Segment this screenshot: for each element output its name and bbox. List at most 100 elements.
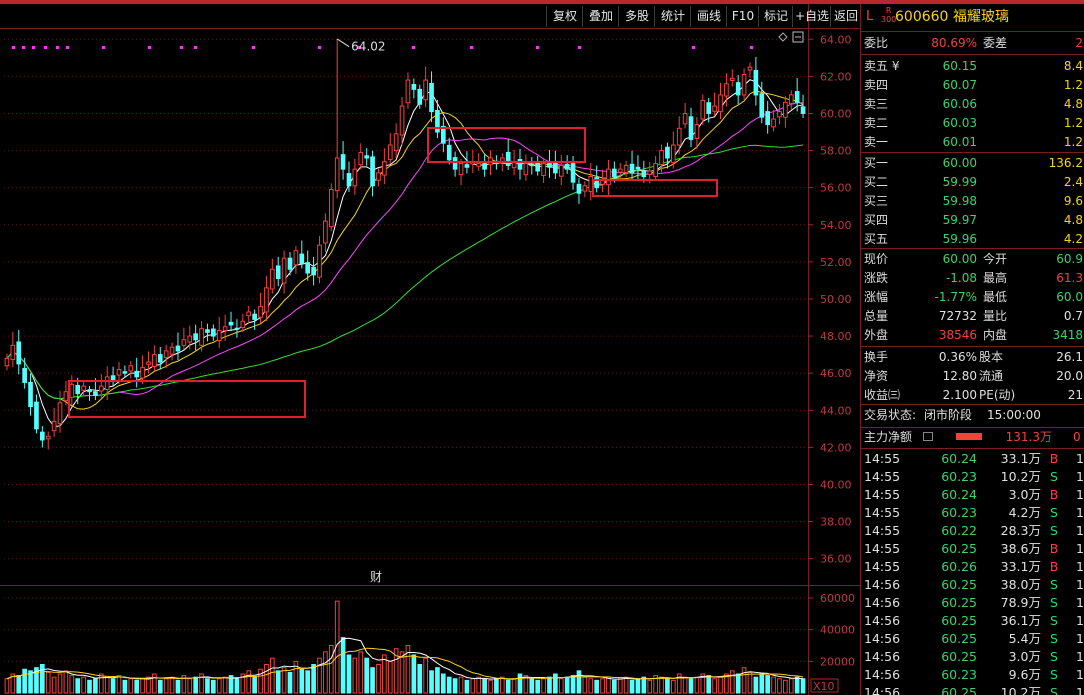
fundamental-row: 净资 12.80 流通 20.0 — [861, 367, 1084, 385]
volume-bar — [783, 679, 788, 694]
volume-bar — [323, 651, 328, 694]
stock-name[interactable]: 福耀玻璃 — [953, 6, 1009, 28]
volume-bar — [588, 678, 594, 694]
volume-bar — [612, 679, 617, 694]
volume-bar — [429, 670, 434, 694]
kline-chart[interactable]: 64.00 62.00 60.00 58.00 56.00 54.00 52.00 50.00… — [0, 0, 861, 695]
toolbar-button-7[interactable]: +自选 — [792, 6, 831, 27]
tick-amount: 78.9万 — [1000, 595, 1041, 610]
financial-report-marker: 财 — [370, 570, 382, 584]
candle-body — [741, 74, 747, 96]
ask-label: 卖一 — [864, 135, 889, 149]
price-tick-label: 36.00 — [820, 553, 852, 566]
volume-bar — [476, 676, 482, 694]
bid-price: 59.99 — [942, 175, 977, 189]
tick-count: 1 — [1076, 505, 1084, 520]
quote-value-2: 0.7 — [1063, 309, 1083, 323]
quote-value: -1.77% — [934, 290, 977, 304]
toolbar-button-4[interactable]: 画线 — [690, 6, 727, 27]
event-dot — [578, 46, 581, 49]
volume-bar — [511, 678, 517, 694]
list-icon[interactable] — [923, 432, 933, 441]
candle-body — [128, 365, 134, 372]
candle-body — [317, 244, 322, 278]
fundamental-row: 收益㈢ 2.100 PE(动) 21 — [861, 386, 1084, 404]
bid-price: 59.97 — [942, 213, 977, 227]
price-tick-label: 50.00 — [820, 293, 852, 306]
candle-body — [617, 168, 623, 173]
toolbar-button-6[interactable]: 标记 — [758, 6, 793, 27]
tick-time: 14:55 — [864, 541, 901, 556]
price-tick-label: 64.00 — [820, 33, 852, 46]
fundamental-value-2: 21 — [1067, 388, 1083, 402]
market-flag: R 300 — [881, 6, 896, 24]
toolbar-button-3[interactable]: 统计 — [654, 6, 691, 27]
quote-label: 外盘 — [864, 328, 889, 342]
toolbar-button-1[interactable]: 叠加 — [582, 6, 619, 27]
volume-bar — [558, 678, 564, 694]
candle-body — [269, 268, 275, 290]
candle-body — [682, 112, 688, 125]
tick-price: 60.24 — [941, 451, 977, 466]
candle-body — [98, 385, 104, 392]
candle-body — [51, 420, 57, 432]
tick-count: 1 — [1076, 613, 1084, 628]
candle-body — [629, 163, 635, 174]
bid-label: 买五 — [864, 232, 889, 246]
tick-row: 14:55 60.26 33.1万 B 1 — [861, 558, 1084, 576]
tick-row: 14:55 60.22 28.3万 S 1 — [861, 522, 1084, 540]
tick-time: 14:55 — [864, 451, 901, 466]
candle-body — [659, 150, 664, 166]
candle-body — [22, 367, 27, 383]
ask-volume: 8.4 — [1063, 59, 1083, 73]
tick-direction: S — [1050, 685, 1058, 695]
stock-code[interactable]: 600660 — [895, 6, 948, 28]
tick-direction: S — [1050, 577, 1058, 592]
candle-body — [340, 154, 346, 170]
ask-level: 卖四 60.07 1.2 — [861, 76, 1084, 94]
tick-price: 60.23 — [941, 667, 977, 682]
candle-body — [570, 163, 576, 183]
candle-body — [788, 94, 794, 104]
candle-body — [765, 111, 770, 126]
volume-bar — [216, 678, 222, 694]
candle-body — [240, 320, 246, 329]
volume-bar — [741, 667, 747, 694]
tick-amount: 33.1万 — [1000, 559, 1041, 574]
volume-bar — [382, 654, 387, 694]
volume-bar — [600, 678, 605, 694]
volume-bar — [211, 679, 216, 694]
volume-bar — [163, 678, 169, 694]
tick-price: 60.26 — [941, 559, 977, 574]
candle-body — [535, 161, 541, 172]
volume-bar — [582, 676, 588, 694]
candle-body — [523, 163, 529, 176]
toolbar-button-0[interactable]: 复权 — [546, 6, 583, 27]
candle-body — [800, 106, 806, 114]
ask-level: 卖五 ¥ 60.15 8.4 — [861, 57, 1084, 75]
volume-bar — [22, 668, 27, 694]
fundamental-value: 0.36% — [938, 350, 977, 364]
quote-label: 涨幅 — [864, 290, 889, 304]
candle-body — [134, 370, 140, 378]
toolbar-button-8[interactable]: 返回 — [830, 6, 861, 27]
vol-ma10-line — [6, 647, 804, 680]
tick-direction: S — [1050, 631, 1058, 646]
event-dot — [750, 46, 753, 49]
volume-bar — [40, 664, 45, 694]
candle-body — [104, 376, 110, 390]
toolbar-button-5[interactable]: F10 — [726, 6, 759, 27]
volume-bar — [45, 671, 51, 694]
tick-amount: 10.2万 — [1000, 685, 1041, 695]
diamond-icon — [778, 32, 788, 42]
fundamental-label: 换手 — [864, 350, 889, 364]
candle-body — [34, 401, 39, 430]
ask-volume: 1.2 — [1063, 135, 1083, 149]
bid-label: 买二 — [864, 175, 889, 189]
bid-level: 买三 59.98 9.6 — [861, 192, 1084, 210]
tick-count: 1 — [1076, 577, 1084, 592]
candle-body — [252, 313, 257, 320]
volume-bar — [659, 676, 664, 694]
main-flow-bar — [956, 433, 982, 440]
toolbar-button-2[interactable]: 多股 — [618, 6, 655, 27]
